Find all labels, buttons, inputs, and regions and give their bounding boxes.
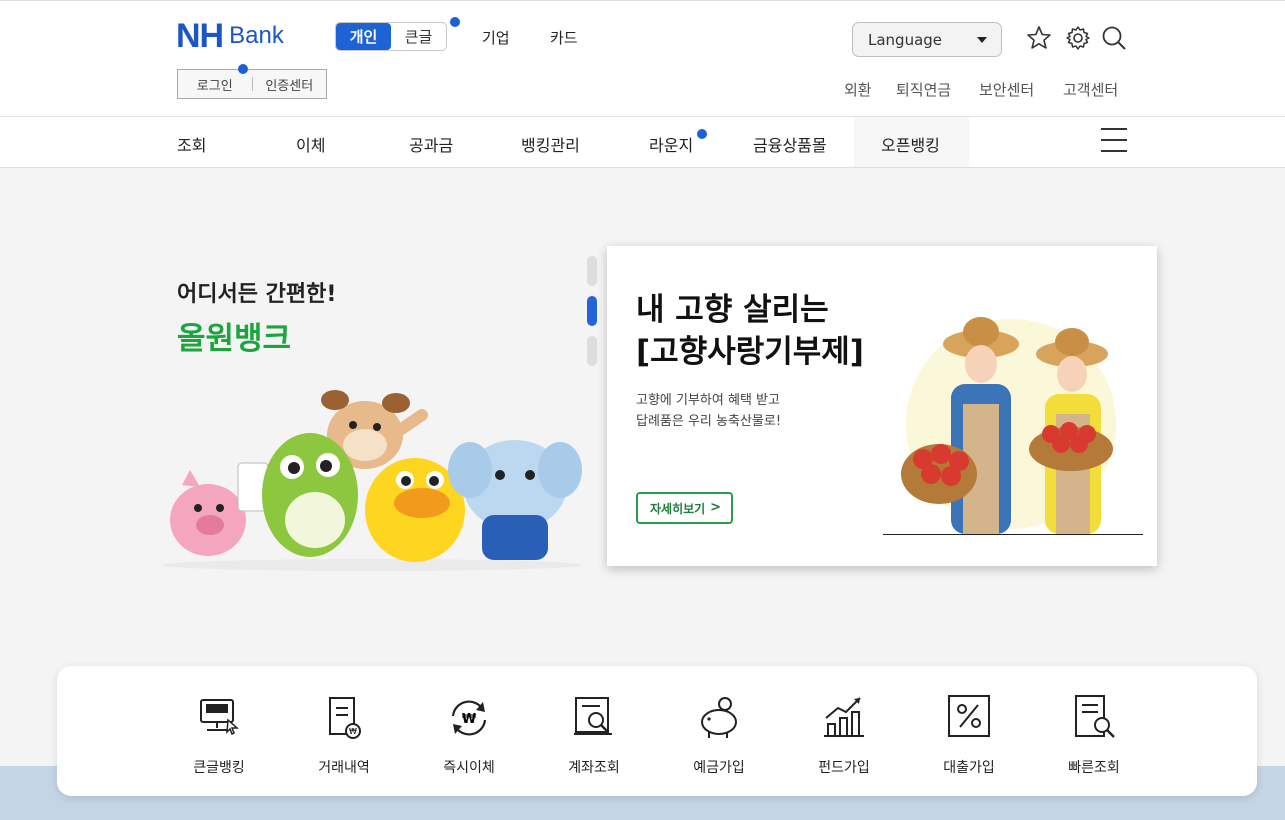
hero-subtitle: 어디서든 간편한! xyxy=(177,282,337,307)
notification-dot xyxy=(450,17,460,27)
search-icon[interactable] xyxy=(1101,25,1127,51)
details-button[interactable]: 자세히보기 > xyxy=(636,492,733,524)
hero-title[interactable]: 올원뱅크 xyxy=(177,313,291,358)
quick-item-label: 계좌조회 xyxy=(568,760,620,776)
quick-item-deposit[interactable]: 예금가입 xyxy=(674,694,764,777)
document-search-icon xyxy=(574,697,612,735)
star-icon[interactable] xyxy=(1026,25,1052,51)
big-text-tab[interactable]: 큰글 xyxy=(391,23,446,50)
logo-main: NH xyxy=(176,17,224,55)
forex-link[interactable]: 외환 xyxy=(844,79,872,100)
language-label: Language xyxy=(868,30,943,49)
chart-growth-icon xyxy=(824,697,864,737)
banner-baseline xyxy=(883,534,1143,535)
banner-title-line1: 내 고향 살리는 xyxy=(636,292,829,328)
nh-bank-logo[interactable]: NH Bank xyxy=(176,17,284,55)
quick-item-fund[interactable]: 펀드가입 xyxy=(799,694,889,777)
main-navigation: 조회 이체 공과금 뱅킹관리 라운지 금융상품몰 오픈뱅킹 xyxy=(0,117,1285,168)
nav-inquiry[interactable]: 조회 xyxy=(177,132,206,156)
carousel-pager xyxy=(587,256,597,376)
details-button-label: 자세히보기 xyxy=(650,501,706,516)
farmers-illustration xyxy=(901,317,1116,534)
quick-item-label: 거래내역 xyxy=(318,760,370,776)
language-select[interactable]: Language xyxy=(852,22,1002,57)
mode-toggle: 개인 큰글 xyxy=(335,22,447,51)
quick-item-big-banking[interactable]: 큰글뱅킹 xyxy=(174,694,264,777)
piggy-bank-icon xyxy=(701,697,737,738)
caret-down-icon xyxy=(977,37,987,43)
login-button[interactable]: 로그인 xyxy=(178,75,252,94)
quick-item-label: 빠른조회 xyxy=(1068,760,1120,776)
personal-tab[interactable]: 개인 xyxy=(336,23,391,50)
corporate-link[interactable]: 기업 xyxy=(482,27,510,48)
mascot-characters-illustration xyxy=(162,390,582,571)
document-magnifier-icon xyxy=(1075,695,1115,738)
menu-icon[interactable] xyxy=(1101,128,1127,154)
pension-link[interactable]: 퇴직연금 xyxy=(896,79,951,100)
chevron-right-icon: > xyxy=(710,500,721,515)
pager-dot-active[interactable] xyxy=(587,296,597,326)
customer-center-link[interactable]: 고객센터 xyxy=(1063,79,1118,100)
security-center-link[interactable]: 보안센터 xyxy=(979,79,1034,100)
quick-item-label: 대출가입 xyxy=(943,760,995,776)
cert-center-button[interactable]: 인증센터 xyxy=(253,75,327,94)
quick-item-label: 예금가입 xyxy=(693,760,745,776)
banner-desc-line2: 답례품은 우리 농축산물로! xyxy=(636,414,782,429)
nav-utility-bills[interactable]: 공과금 xyxy=(409,132,453,156)
logo-sub: Bank xyxy=(229,22,284,49)
svg-text:₩: ₩ xyxy=(349,727,357,736)
pager-dot[interactable] xyxy=(587,256,597,286)
nav-banking-management[interactable]: 뱅킹관리 xyxy=(521,132,580,156)
monitor-icon xyxy=(200,699,239,736)
header: NH Bank 개인 큰글 기업 카드 로그인 인증센터 Language 외환… xyxy=(0,0,1285,117)
quick-item-transactions[interactable]: ₩ 거래내역 xyxy=(299,694,389,777)
quick-menu: 큰글뱅킹 ₩ 거래내역 ₩ 즉시이체 계좌조회 예금가입 펀드가입 대출가입 빠… xyxy=(57,666,1257,796)
card-link[interactable]: 카드 xyxy=(550,27,578,48)
banner-title-line2: [고향사랑기부제] xyxy=(636,334,864,370)
quick-item-quick-inquiry[interactable]: 빠른조회 xyxy=(1049,694,1139,777)
quick-item-account-inquiry[interactable]: 계좌조회 xyxy=(549,694,639,777)
svg-text:₩: ₩ xyxy=(462,712,477,727)
nav-lounge[interactable]: 라운지 xyxy=(649,132,693,156)
banner-desc-line1: 고향에 기부하여 혜택 받고 xyxy=(636,393,780,408)
notification-dot xyxy=(697,129,707,139)
quick-item-label: 큰글뱅킹 xyxy=(193,760,245,776)
quick-item-instant-transfer[interactable]: ₩ 즉시이체 xyxy=(424,694,514,777)
login-box: 로그인 인증센터 xyxy=(177,69,327,99)
nav-transfer[interactable]: 이체 xyxy=(296,132,325,156)
receipt-icon: ₩ xyxy=(329,697,361,739)
nav-financial-mall[interactable]: 금융상품몰 xyxy=(753,132,827,156)
gear-icon[interactable] xyxy=(1065,25,1091,51)
percent-icon xyxy=(948,695,990,737)
quick-item-label: 즉시이체 xyxy=(443,760,495,776)
pager-dot[interactable] xyxy=(587,336,597,366)
nav-open-banking[interactable]: 오픈뱅킹 xyxy=(881,132,940,156)
quick-item-loan[interactable]: 대출가입 xyxy=(924,694,1014,777)
quick-item-label: 펀드가입 xyxy=(818,760,870,776)
refresh-won-icon: ₩ xyxy=(451,700,487,736)
notification-dot xyxy=(238,64,248,74)
promo-banner[interactable]: 내 고향 살리는 [고향사랑기부제] 고향에 기부하여 혜택 받고 답례품은 우… xyxy=(607,246,1157,566)
